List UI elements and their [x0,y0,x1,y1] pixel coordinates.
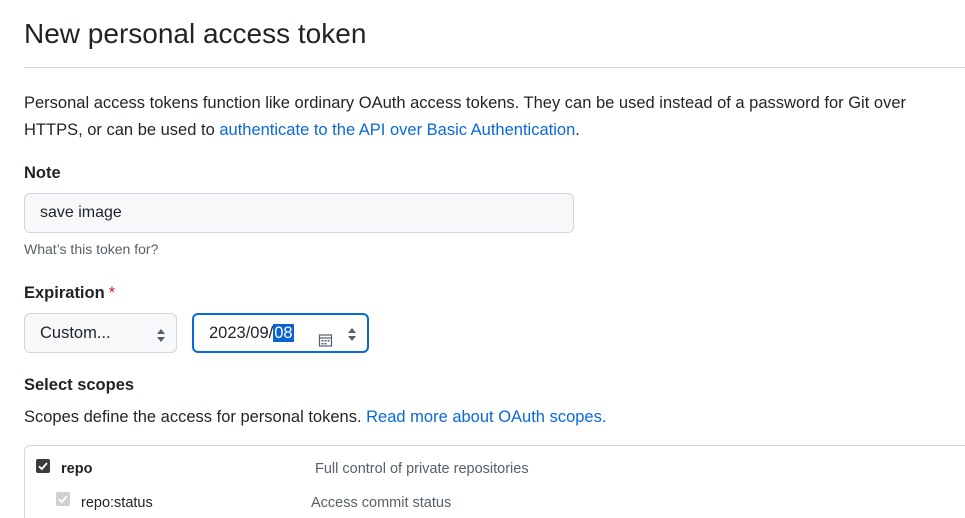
scopes-description: Scopes define the access for personal to… [24,408,606,427]
page-title: New personal access token [24,18,367,49]
expiration-select[interactable]: Custom... [24,313,177,353]
expiration-label: Expiration * [24,284,115,303]
scopes-list: repo Full control of private repositorie… [24,445,965,518]
repo-status-checkbox[interactable] [56,492,70,506]
scope-description: Access commit status [311,495,452,511]
repo-checkbox[interactable] [36,459,50,473]
select-updown-icon [156,329,166,342]
basic-auth-link[interactable]: authenticate to the API over Basic Authe… [219,121,575,139]
scopes-description-text: Scopes define the access for personal to… [24,408,367,426]
scope-description: Full control of private repositories [315,461,529,477]
expiration-date-input[interactable]: 2023/09/08 [192,313,369,353]
required-mark: * [108,284,116,302]
title-divider [24,67,965,68]
date-prefix: 2023/09/ [209,324,274,342]
oauth-scopes-link[interactable]: Read more about OAuth scopes. [366,408,606,426]
date-day-selected[interactable]: 08 [273,324,294,342]
intro-text: Personal access tokens function like ord… [24,90,954,144]
date-value: 2023/09/08 [209,315,294,351]
expiration-label-text: Expiration [24,284,105,302]
calendar-icon[interactable] [318,325,333,361]
note-input[interactable]: save image [24,193,574,233]
scope-name: repo:status [81,495,153,511]
intro-end: . [575,121,580,139]
scopes-label: Select scopes [24,376,135,394]
note-hint: What’s this token for? [24,241,159,257]
note-label: Note [24,164,61,182]
new-token-page: New personal access token Personal acces… [0,0,965,518]
expiration-select-value: Custom... [40,324,111,342]
scope-name: repo [61,461,93,477]
date-spin-icon[interactable] [347,328,357,341]
